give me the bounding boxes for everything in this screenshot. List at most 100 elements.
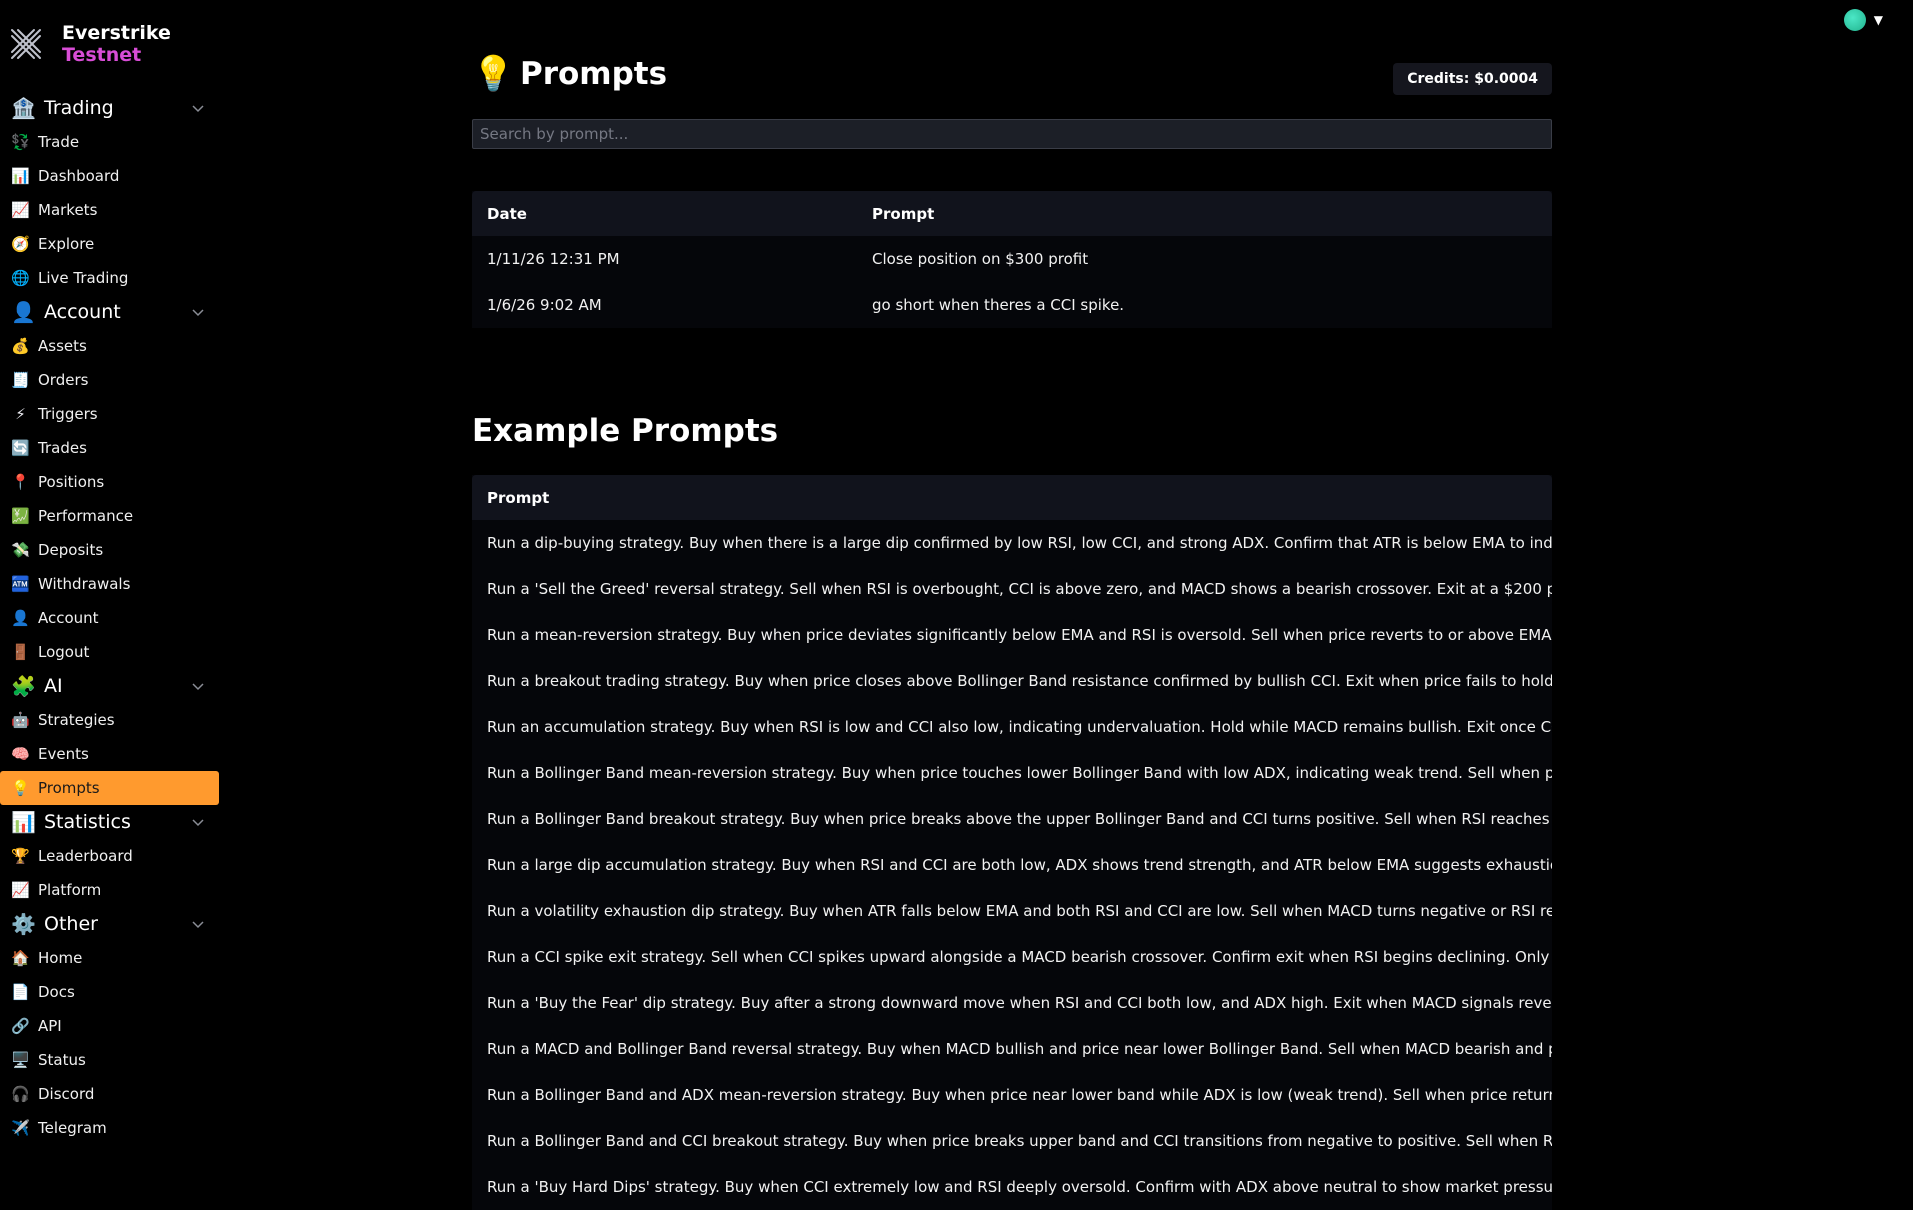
sidebar-item-label: Home (38, 949, 83, 967)
sidebar-section-ai[interactable]: 🧩 AI (0, 669, 220, 703)
sidebar-item-performance[interactable]: 💹 Performance (0, 499, 219, 533)
brain-icon: 🧠 (11, 745, 30, 763)
sidebar-item-label: Events (38, 745, 89, 763)
cell-example-prompt: Run a Bollinger Band mean-reversion stra… (487, 764, 1552, 782)
money-bag-icon: 💰 (11, 337, 30, 355)
sidebar-item-trade[interactable]: 💱 Trade (0, 125, 219, 159)
pin-icon: 📍 (11, 473, 30, 491)
currency-exchange-icon: 💱 (11, 133, 30, 151)
sidebar-item-label: Orders (38, 371, 89, 389)
sidebar-item-label: Discord (38, 1085, 95, 1103)
globe-icon: 🌐 (11, 269, 30, 287)
sidebar-section-label: Trading (44, 97, 114, 119)
sidebar-section-label: Other (44, 913, 98, 935)
table-row[interactable]: 1/6/26 9:02 AM go short when theres a CCI… (472, 282, 1552, 328)
table-row[interactable]: Run a 'Sell the Greed' reversal strategy… (472, 566, 1552, 612)
money-wings-icon: 💸 (11, 541, 30, 559)
sidebar-item-label: Telegram (38, 1119, 107, 1137)
sidebar-item-positions[interactable]: 📍 Positions (0, 465, 219, 499)
sidebar-item-label: Withdrawals (38, 575, 131, 593)
repeat-icon: 🔄 (11, 439, 30, 457)
search-input[interactable] (472, 119, 1552, 149)
sidebar-section-statistics[interactable]: 📊 Statistics (0, 805, 220, 839)
sidebar-item-label: Leaderboard (38, 847, 133, 865)
chevron-down-icon[interactable] (190, 100, 206, 116)
sidebar-item-trades[interactable]: 🔄 Trades (0, 431, 219, 465)
lightning-icon: ⚡ (15, 405, 26, 423)
sidebar-item-label: Assets (38, 337, 87, 355)
chart-yen-icon: 💹 (11, 507, 30, 525)
table-row[interactable]: 1/11/26 12:31 PM Close position on $300 p… (472, 236, 1552, 282)
sidebar-item-triggers[interactable]: ⚡ Triggers (0, 397, 219, 431)
sidebar-item-orders[interactable]: 🧾 Orders (0, 363, 219, 397)
example-prompts-table: Prompt Run a dip-buying strategy. Buy wh… (472, 475, 1552, 1210)
table-row[interactable]: Run a dip-buying strategy. Buy when ther… (472, 520, 1552, 566)
cell-example-prompt: Run a Bollinger Band and CCI breakout st… (487, 1132, 1552, 1150)
bar-chart-icon: 📊 (11, 167, 30, 185)
bank-icon: 🏦 (11, 96, 36, 120)
sidebar-item-strategies[interactable]: 🤖 Strategies (0, 703, 219, 737)
sidebar-item-api[interactable]: 🔗 API (0, 1009, 219, 1043)
table-row[interactable]: Run a 'Buy the Fear' dip strategy. Buy a… (472, 980, 1552, 1026)
sidebar-item-home[interactable]: 🏠 Home (0, 941, 219, 975)
table-row[interactable]: Run a mean-reversion strategy. Buy when … (472, 612, 1552, 658)
credits-badge: Credits: $0.0004 (1393, 63, 1552, 95)
sidebar-section-trading[interactable]: 🏦 Trading (0, 91, 220, 125)
sidebar-item-label: Markets (38, 201, 98, 219)
cell-example-prompt: Run a 'Buy the Fear' dip strategy. Buy a… (487, 994, 1552, 1012)
sidebar-item-discord[interactable]: 🎧 Discord (0, 1077, 219, 1111)
brand-name: Everstrike (62, 22, 171, 44)
user-menu[interactable]: ▼ (1843, 9, 1883, 31)
chevron-down-icon[interactable] (190, 814, 206, 830)
sidebar-section-other[interactable]: ⚙️ Other (0, 907, 220, 941)
sidebar-item-label: Explore (38, 235, 95, 253)
table-row[interactable]: Run a Bollinger Band breakout strategy. … (472, 796, 1552, 842)
table-row[interactable]: Run a Bollinger Band and CCI breakout st… (472, 1118, 1552, 1164)
cell-example-prompt: Run an accumulation strategy. Buy when R… (487, 718, 1552, 736)
sidebar-section-account[interactable]: 👤 Account (0, 295, 220, 329)
sidebar: Everstrike Testnet 🏦 Trading 💱 Trade 📊 Dashbo… (0, 0, 220, 1199)
page-title-text: Prompts (520, 56, 668, 92)
table-row[interactable]: Run a MACD and Bollinger Band reversal s… (472, 1026, 1552, 1072)
lightbulb-icon: 💡 (472, 54, 515, 94)
chevron-down-icon[interactable] (190, 916, 206, 932)
caret-down-icon[interactable]: ▼ (1874, 13, 1883, 27)
sidebar-item-label: Trade (38, 133, 80, 151)
column-header-date: Date (487, 204, 527, 223)
sidebar-item-assets[interactable]: 💰 Assets (0, 329, 219, 363)
sidebar-item-platform[interactable]: 📈 Platform (0, 873, 219, 907)
table-row[interactable]: Run a Bollinger Band mean-reversion stra… (472, 750, 1552, 796)
page-title: 💡 Prompts (472, 54, 667, 94)
avatar-icon[interactable] (1843, 9, 1866, 31)
sidebar-item-label: Account (38, 609, 99, 627)
sidebar-item-withdrawals[interactable]: 🏧 Withdrawals (0, 567, 219, 601)
table-row[interactable]: Run a volatility exhaustion dip strategy… (472, 888, 1552, 934)
sidebar-item-status[interactable]: 🖥️ Status (0, 1043, 219, 1077)
table-row[interactable]: Run a 'Buy Hard Dips' strategy. Buy when… (472, 1164, 1552, 1210)
sidebar-item-logout[interactable]: 🚪 Logout (0, 635, 219, 669)
table-row[interactable]: Run a Bollinger Band and ADX mean-revers… (472, 1072, 1552, 1118)
table-row[interactable]: Run an accumulation strategy. Buy when R… (472, 704, 1552, 750)
sidebar-item-leaderboard[interactable]: 🏆 Leaderboard (0, 839, 219, 873)
sidebar-item-prompts[interactable]: 💡 Prompts (0, 771, 219, 805)
document-icon: 📄 (11, 983, 30, 1001)
sidebar-item-label: Positions (38, 473, 105, 491)
sidebar-item-docs[interactable]: 📄 Docs (0, 975, 219, 1009)
sidebar-item-explore[interactable]: 🧭 Explore (0, 227, 219, 261)
column-header-prompt: Prompt (487, 488, 550, 507)
sidebar-item-deposits[interactable]: 💸 Deposits (0, 533, 219, 567)
sidebar-item-live-trading[interactable]: 🌐 Live Trading (0, 261, 219, 295)
house-icon: 🏠 (11, 949, 30, 967)
chevron-down-icon[interactable] (190, 678, 206, 694)
sidebar-item-markets[interactable]: 📈 Markets (0, 193, 219, 227)
table-row[interactable]: Run a large dip accumulation strategy. B… (472, 842, 1552, 888)
table-row[interactable]: Run a breakout trading strategy. Buy whe… (472, 658, 1552, 704)
sidebar-item-telegram[interactable]: ✈️ Telegram (0, 1111, 219, 1145)
chevron-down-icon[interactable] (190, 304, 206, 320)
user-icon: 👤 (11, 300, 36, 324)
brand[interactable]: Everstrike Testnet (9, 22, 171, 66)
sidebar-item-account[interactable]: 👤 Account (0, 601, 219, 635)
sidebar-item-dashboard[interactable]: 📊 Dashboard (0, 159, 219, 193)
sidebar-item-events[interactable]: 🧠 Events (0, 737, 219, 771)
table-row[interactable]: Run a CCI spike exit strategy. Sell when… (472, 934, 1552, 980)
